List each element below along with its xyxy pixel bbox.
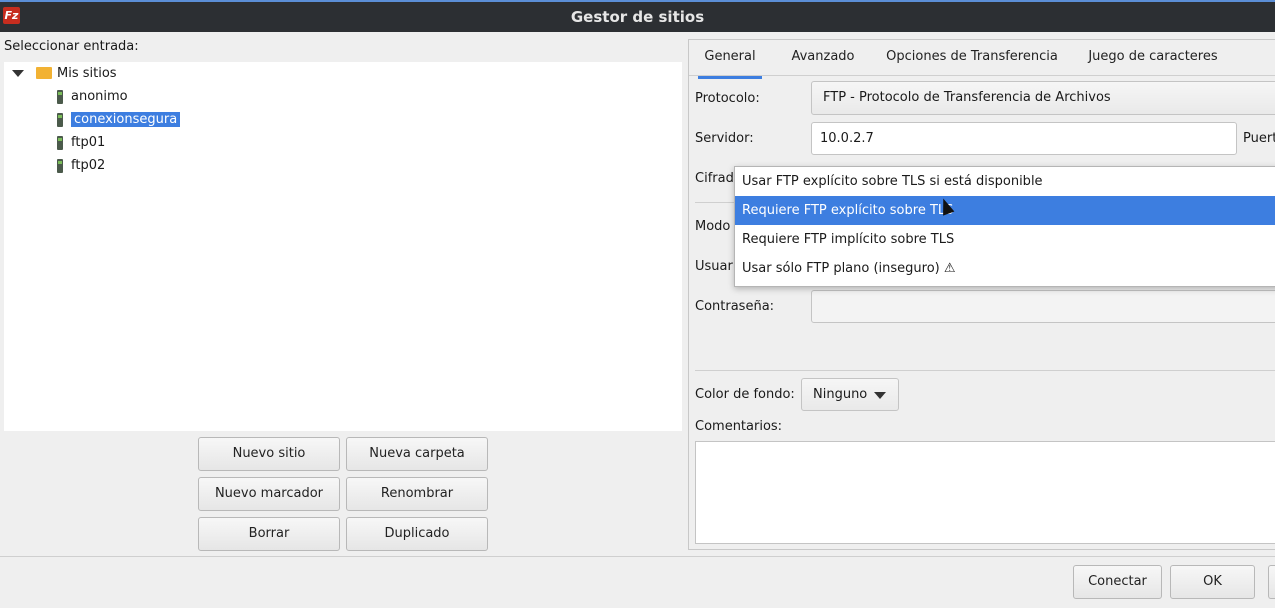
server-input[interactable]: 10.0.2.7 bbox=[811, 122, 1237, 155]
bg-color-select[interactable]: Ninguno bbox=[801, 378, 899, 411]
protocol-label: Protocolo: bbox=[695, 91, 760, 106]
section-divider bbox=[695, 370, 1275, 371]
tab-advanced[interactable]: Avanzado bbox=[783, 40, 863, 76]
tree-item-anonimo[interactable]: anonimo bbox=[57, 87, 128, 107]
select-entry-label: Seleccionar entrada: bbox=[4, 39, 139, 54]
server-value: 10.0.2.7 bbox=[820, 131, 874, 146]
tab-general[interactable]: General bbox=[698, 40, 762, 79]
encryption-option-plain-ftp[interactable]: Usar sólo FTP plano (inseguro) ⚠ bbox=[735, 254, 1275, 283]
user-label: Usuar bbox=[695, 259, 733, 274]
password-label: Contraseña: bbox=[695, 299, 775, 314]
logon-mode-label: Modo bbox=[695, 219, 731, 234]
password-input[interactable] bbox=[811, 290, 1275, 323]
server-icon bbox=[57, 135, 63, 150]
rename-button[interactable]: Renombrar bbox=[346, 477, 488, 511]
section-divider bbox=[695, 202, 735, 203]
folder-icon bbox=[36, 66, 52, 79]
ok-button[interactable]: OK bbox=[1170, 565, 1255, 599]
comments-textarea[interactable] bbox=[695, 441, 1275, 544]
bg-color-value: Ninguno bbox=[813, 387, 868, 402]
server-label: Servidor: bbox=[695, 131, 754, 146]
tab-charset[interactable]: Juego de caracteres bbox=[1084, 40, 1222, 76]
chevron-down-icon bbox=[874, 392, 886, 399]
tree-item-ftp02[interactable]: ftp02 bbox=[57, 156, 105, 176]
encryption-dropdown: Usar FTP explícito sobre TLS si está dis… bbox=[734, 166, 1275, 287]
tab-divider bbox=[689, 75, 1275, 76]
tab-transfer-options[interactable]: Opciones de Transferencia bbox=[883, 40, 1061, 76]
server-icon bbox=[57, 158, 63, 173]
title-bar: Gestor de sitios bbox=[0, 0, 1275, 32]
comments-label: Comentarios: bbox=[695, 419, 783, 434]
encryption-option-explicit-if-available[interactable]: Usar FTP explícito sobre TLS si está dis… bbox=[735, 167, 1275, 196]
tree-item-conexionsegura[interactable]: conexionsegura bbox=[57, 110, 181, 130]
footer-divider bbox=[0, 556, 1275, 557]
new-site-button[interactable]: Nuevo sitio bbox=[198, 437, 340, 471]
tree-item-ftp01[interactable]: ftp01 bbox=[57, 133, 105, 153]
encryption-label: Cifrad bbox=[695, 171, 734, 186]
connect-button[interactable]: Conectar bbox=[1073, 565, 1162, 599]
new-folder-button[interactable]: Nueva carpeta bbox=[346, 437, 488, 471]
server-icon bbox=[57, 112, 63, 127]
new-bookmark-button[interactable]: Nuevo marcador bbox=[198, 477, 340, 511]
tree-root-mis-sitios[interactable]: Mis sitios bbox=[12, 64, 117, 84]
duplicate-button[interactable]: Duplicado bbox=[346, 517, 488, 551]
window-title: Gestor de sitios bbox=[570, 8, 705, 26]
expand-caret-icon[interactable] bbox=[12, 70, 24, 77]
bg-color-label: Color de fondo: bbox=[695, 387, 795, 402]
cancel-button[interactable] bbox=[1268, 565, 1275, 599]
protocol-value: FTP - Protocolo de Transferencia de Arch… bbox=[823, 90, 1111, 105]
server-icon bbox=[57, 89, 63, 104]
filezilla-icon: Fz bbox=[3, 7, 20, 24]
encryption-option-require-explicit[interactable]: Requiere FTP explícito sobre TLS bbox=[735, 196, 1275, 225]
site-tree[interactable]: Mis sitios anonimo conexionsegura ftp01 … bbox=[4, 62, 682, 431]
delete-button[interactable]: Borrar bbox=[198, 517, 340, 551]
protocol-select[interactable]: FTP - Protocolo de Transferencia de Arch… bbox=[811, 81, 1275, 115]
tab-bar: General Avanzado Opciones de Transferenc… bbox=[689, 40, 1275, 79]
encryption-option-require-implicit[interactable]: Requiere FTP implícito sobre TLS bbox=[735, 225, 1275, 254]
port-label: Puert bbox=[1243, 131, 1275, 146]
